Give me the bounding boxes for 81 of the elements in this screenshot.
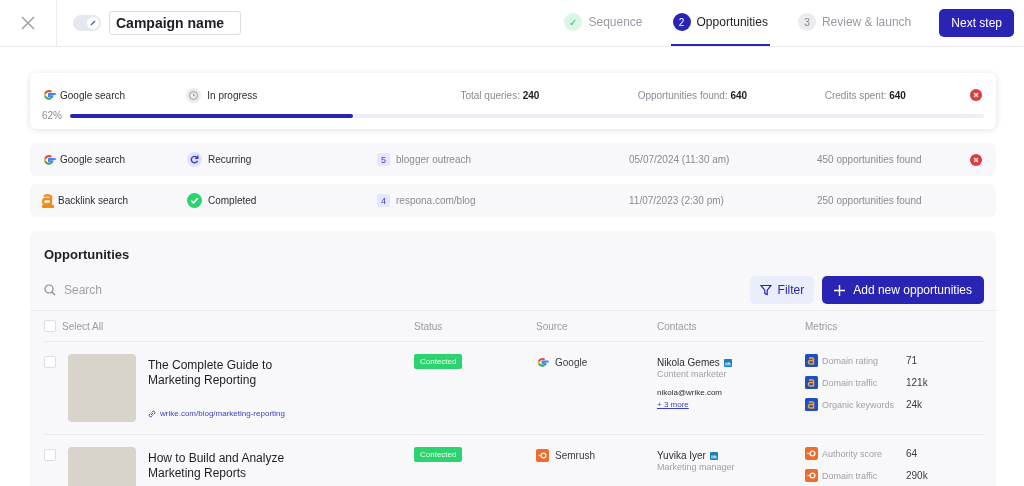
- metric-label: Domain rating: [822, 355, 880, 366]
- contact-role: Content marketer: [657, 369, 728, 379]
- section-title: Opportunities: [44, 247, 131, 262]
- letter-a-icon: [805, 398, 818, 411]
- refresh-icon: [187, 152, 202, 167]
- metric-value: 290k: [906, 470, 928, 481]
- article-link[interactable]: wrike.com/blog/marketing-reporting: [148, 409, 308, 418]
- query-text: blogger outreach: [396, 154, 472, 165]
- close-icon[interactable]: [21, 16, 35, 30]
- metric-label: Authority score: [822, 448, 884, 459]
- checkbox[interactable]: [44, 449, 56, 461]
- metric-value: 64: [906, 448, 918, 459]
- campaign-name-field[interactable]: Campaign name: [109, 11, 241, 35]
- filter-button[interactable]: Filter: [749, 276, 815, 304]
- checkbox[interactable]: [44, 356, 56, 368]
- status-label: Recurring: [208, 154, 252, 165]
- letter-a-icon: [805, 376, 818, 389]
- photo-placeholder: [68, 354, 136, 422]
- google-icon: [42, 88, 56, 102]
- column-header: Contacts: [657, 320, 697, 332]
- semrush-icon: [805, 469, 818, 482]
- progress-percent: 62%: [42, 110, 63, 121]
- next-step-button[interactable]: Next step: [939, 9, 1014, 37]
- metric-label: Domain traffic: [822, 470, 879, 481]
- letter-a-icon: [805, 354, 818, 367]
- search-field[interactable]: Search: [62, 282, 221, 298]
- metric-label: Domain traffic: [822, 377, 879, 388]
- count-badge: 5: [377, 153, 390, 166]
- stat-text: Total queries: 240: [460, 89, 541, 101]
- remove-icon[interactable]: [970, 89, 983, 101]
- column-header: Metrics: [805, 320, 838, 332]
- toggle-switch[interactable]: [73, 15, 101, 31]
- source-name: Google search: [60, 89, 126, 101]
- letter-a-icon: [42, 193, 54, 208]
- clock-icon: [186, 87, 202, 103]
- column-header: Source: [536, 320, 568, 332]
- check-circle-icon: [187, 193, 202, 208]
- linkedin-icon[interactable]: [723, 358, 732, 367]
- metric-label: Organic keywords: [822, 399, 896, 410]
- google-icon: [42, 152, 56, 167]
- source-name: Backlink search: [58, 195, 129, 206]
- filter-icon: [759, 284, 772, 296]
- query-text: respona.com/blog: [396, 195, 476, 206]
- found-text: 250 opportunities found: [817, 195, 923, 206]
- date-text: 11/07/2023 (2:30 pm): [629, 195, 725, 206]
- article-title: How to Build and Analyze Marketing Reports: [148, 451, 286, 481]
- metric-value: 71: [906, 355, 918, 366]
- source-name: Semrush: [555, 450, 595, 461]
- source-name: Google search: [60, 154, 126, 165]
- date-text: 05/07/2024 (11:30 am): [629, 154, 731, 165]
- search-icon: [44, 284, 56, 296]
- column-header: Select All: [62, 320, 104, 332]
- status-label: In progress: [207, 89, 258, 101]
- step-tab[interactable]: 2 Opportunities: [670, 0, 770, 46]
- source-name: Google: [555, 357, 588, 368]
- status-label: Completed: [208, 195, 257, 206]
- more-contacts-link[interactable]: + 3 more: [657, 400, 689, 409]
- column-header: Status: [414, 320, 443, 332]
- found-text: 450 opportunities found: [817, 154, 923, 165]
- metric-value: 121k: [906, 377, 928, 388]
- linkedin-icon[interactable]: [709, 451, 718, 460]
- status-badge: Contected: [414, 354, 463, 369]
- stat-text: Credits spent: 640: [824, 89, 907, 101]
- contact-role: Marketing manager: [657, 462, 736, 472]
- semrush-icon: [536, 449, 549, 462]
- link-icon: [148, 409, 156, 418]
- remove-icon[interactable]: [970, 153, 982, 166]
- add-opportunities-button[interactable]: Add new opportunities: [822, 276, 984, 304]
- checkbox[interactable]: [44, 320, 56, 332]
- semrush-icon: [805, 447, 818, 460]
- contact-email: nikola@wrike.com: [657, 388, 724, 397]
- status-badge: Contected: [414, 447, 463, 462]
- google-icon: [536, 356, 549, 369]
- contact-name: Nikola Gemes: [657, 357, 720, 368]
- pencil-icon: [89, 19, 97, 27]
- contact-name: Yuvika Iyer: [657, 450, 706, 461]
- article-title: The Complete Guide to Marketing Reporting: [148, 358, 274, 388]
- stat-text: Opportunities found: 640: [637, 89, 749, 101]
- metric-value: 24k: [906, 399, 923, 410]
- plus-icon: [834, 284, 846, 296]
- count-badge: 4: [377, 194, 390, 207]
